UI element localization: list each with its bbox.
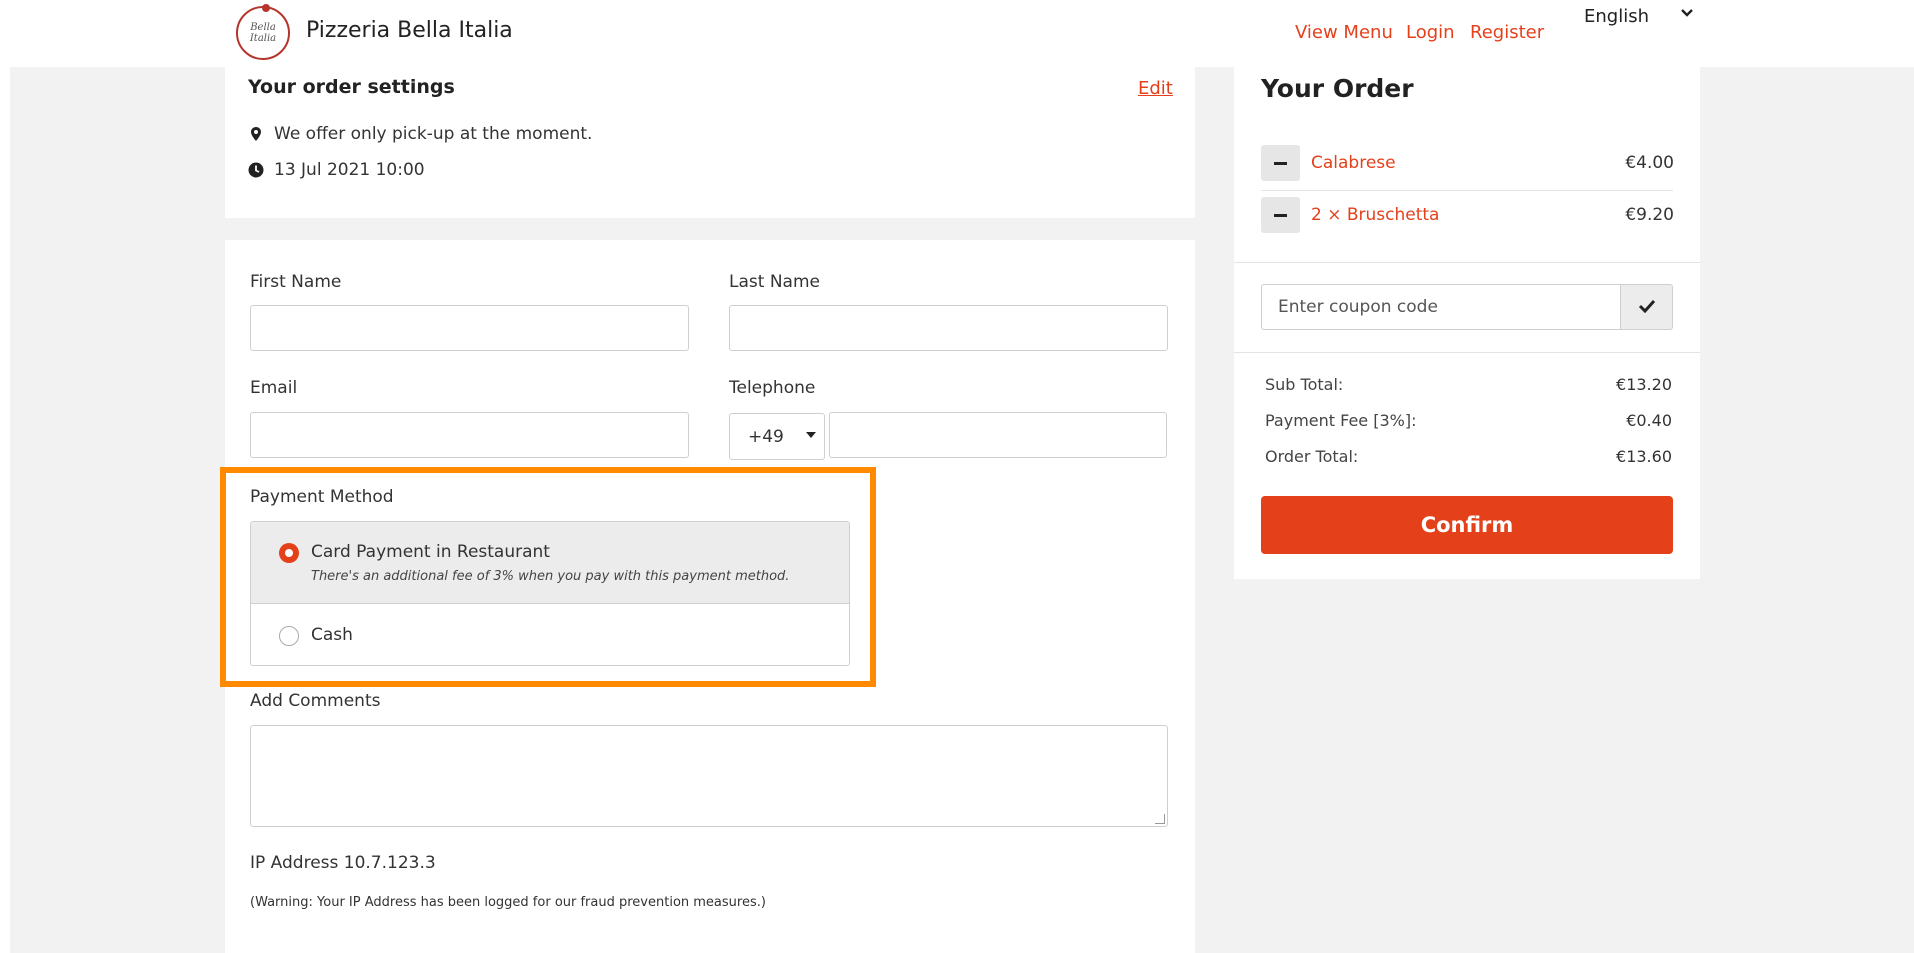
telephone-label: Telephone bbox=[729, 378, 816, 398]
order-total-value: €13.60 bbox=[1616, 447, 1672, 466]
order-title: Your Order bbox=[1261, 74, 1414, 103]
item-divider bbox=[1261, 190, 1673, 191]
logo-text: Bella Italia bbox=[249, 22, 277, 44]
email-input[interactable] bbox=[250, 412, 689, 458]
last-name-label: Last Name bbox=[729, 272, 820, 292]
brand-name[interactable]: Pizzeria Bella Italia bbox=[306, 18, 513, 43]
order-settings-title: Your order settings bbox=[248, 76, 455, 98]
order-item-price: €9.20 bbox=[1625, 205, 1674, 225]
minus-icon bbox=[1274, 161, 1287, 165]
edit-order-settings-link[interactable]: Edit bbox=[1138, 78, 1173, 99]
comments-textarea[interactable] bbox=[250, 725, 1168, 827]
confirm-button[interactable]: Confirm bbox=[1261, 496, 1673, 554]
section-divider bbox=[1234, 352, 1700, 353]
email-label: Email bbox=[250, 378, 298, 398]
remove-bruschetta-button[interactable] bbox=[1261, 197, 1300, 233]
subtotal-label: Sub Total: bbox=[1265, 375, 1344, 394]
order-item-price: €4.00 bbox=[1625, 153, 1674, 173]
card-payment-fee-note: There's an additional fee of 3% when you… bbox=[311, 569, 790, 584]
chevron-down-icon[interactable] bbox=[1680, 4, 1694, 25]
datetime-info-row: 13 Jul 2021 10:00 bbox=[248, 160, 425, 180]
order-datetime: 13 Jul 2021 10:00 bbox=[274, 160, 425, 180]
check-icon bbox=[1638, 298, 1656, 317]
cash-label: Cash bbox=[311, 625, 353, 645]
payment-method-label: Payment Method bbox=[250, 487, 394, 507]
pickup-info-row: We offer only pick-up at the moment. bbox=[248, 124, 592, 144]
subtotal-value: €13.20 bbox=[1616, 375, 1672, 394]
clock-icon bbox=[248, 162, 264, 178]
top-bar: Bella Italia Pizzeria Bella Italia View … bbox=[0, 0, 1914, 67]
payment-fee-label: Payment Fee [3%]: bbox=[1265, 411, 1417, 430]
payment-fee-value: €0.40 bbox=[1626, 411, 1672, 430]
order-item-name[interactable]: Calabrese bbox=[1311, 153, 1396, 173]
map-marker-icon bbox=[248, 126, 264, 142]
order-item-name[interactable]: 2 × Bruschetta bbox=[1311, 205, 1439, 225]
remove-calabrese-button[interactable] bbox=[1261, 145, 1300, 181]
payment-option-cash[interactable]: Cash bbox=[251, 605, 849, 665]
ip-address: IP Address 10.7.123.3 bbox=[250, 853, 436, 873]
apply-coupon-button[interactable] bbox=[1620, 284, 1673, 330]
last-name-input[interactable] bbox=[729, 305, 1168, 351]
language-selector[interactable]: English bbox=[1584, 6, 1649, 27]
cash-radio[interactable] bbox=[279, 626, 299, 646]
comments-label: Add Comments bbox=[250, 691, 381, 711]
telephone-input[interactable] bbox=[829, 412, 1167, 458]
card-payment-radio[interactable] bbox=[279, 543, 299, 563]
nav-view-menu[interactable]: View Menu bbox=[1295, 22, 1393, 43]
section-divider bbox=[1234, 262, 1700, 263]
ip-warning: (Warning: Your IP Address has been logge… bbox=[250, 895, 766, 910]
pickup-note: We offer only pick-up at the moment. bbox=[274, 124, 593, 144]
coupon-input[interactable] bbox=[1261, 284, 1621, 330]
brand-logo[interactable]: Bella Italia bbox=[236, 4, 290, 60]
payment-option-card[interactable]: Card Payment in Restaurant There's an ad… bbox=[251, 522, 849, 604]
caret-down-icon bbox=[806, 432, 816, 438]
first-name-label: First Name bbox=[250, 272, 342, 292]
nav-register[interactable]: Register bbox=[1470, 22, 1544, 43]
payment-method-group: Card Payment in Restaurant There's an ad… bbox=[250, 521, 850, 666]
country-code-select[interactable]: +49 bbox=[729, 413, 825, 460]
card-payment-label: Card Payment in Restaurant bbox=[311, 542, 550, 562]
order-total-label: Order Total: bbox=[1265, 447, 1359, 466]
first-name-input[interactable] bbox=[250, 305, 689, 351]
resize-handle-icon[interactable] bbox=[1155, 814, 1165, 824]
logo-pin-icon bbox=[262, 4, 270, 12]
nav-login[interactable]: Login bbox=[1406, 22, 1455, 43]
country-code-value: +49 bbox=[748, 426, 784, 447]
minus-icon bbox=[1274, 213, 1287, 217]
